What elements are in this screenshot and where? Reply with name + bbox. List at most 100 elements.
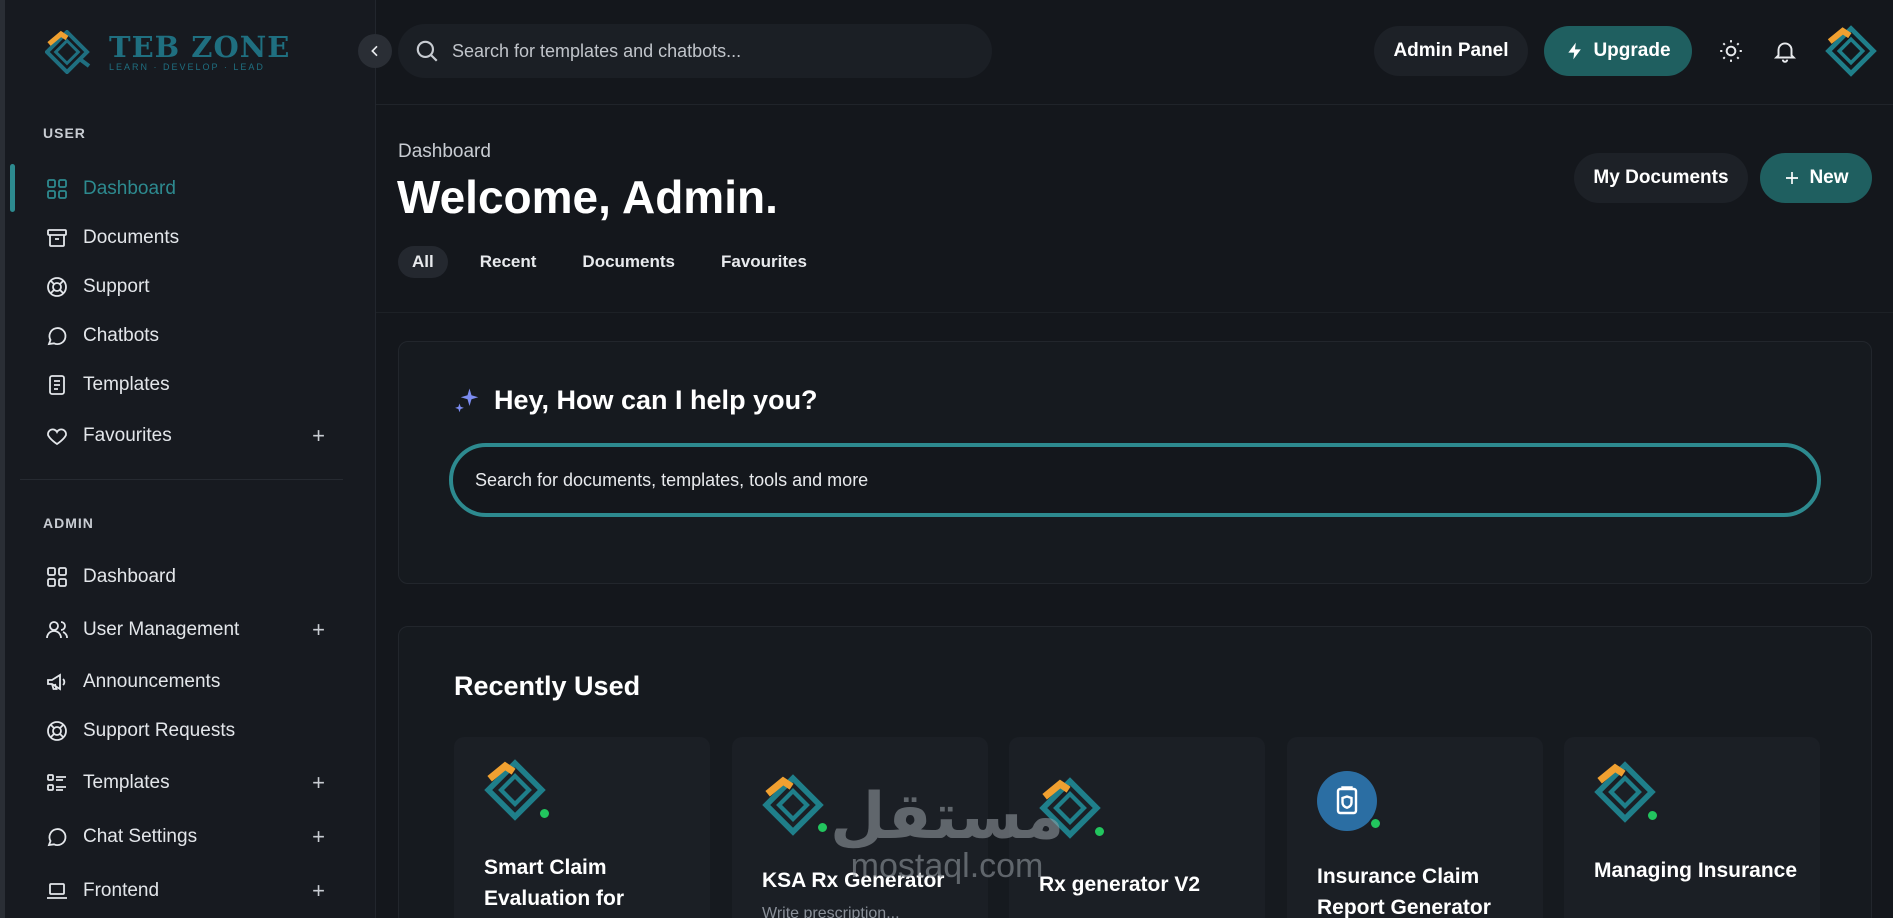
admin-panel-label: Admin Panel (1393, 40, 1509, 61)
template-name: KSA Rx Generator (762, 869, 945, 892)
sidebar-item-label: Announcements (83, 671, 221, 692)
sidebar-item-label: Documents (83, 227, 180, 248)
document-icon (49, 375, 65, 395)
tab-recent[interactable]: Recent (466, 246, 551, 278)
tab-favourites[interactable]: Favourites (707, 246, 821, 278)
page-title: Welcome, Admin. (397, 171, 778, 223)
sidebar-item-label: Dashboard (83, 566, 176, 587)
my-documents-button[interactable]: My Documents (1574, 153, 1748, 203)
archive-icon (47, 229, 67, 247)
sidebar-item-label: Support (83, 276, 150, 297)
template-card[interactable]: Insurance Claim Report Generator (1287, 737, 1543, 918)
user-section-label: USER (43, 125, 86, 141)
template-name: Rx generator V2 (1039, 873, 1201, 896)
sidebar-item-label: Templates (83, 374, 170, 395)
sidebar-item-chatbots[interactable]: Chatbots (45, 316, 325, 356)
lifebuoy-icon (47, 721, 67, 741)
template-logo-icon (762, 774, 824, 836)
template-description: Write prescription... (762, 905, 900, 918)
template-card[interactable]: Rx generator V2 (1009, 737, 1265, 918)
sun-icon (1720, 40, 1742, 62)
active-indicator (10, 164, 15, 212)
sidebar-item-favourites[interactable]: Favourites + (45, 416, 325, 456)
collapse-sidebar-button[interactable] (358, 34, 392, 68)
sidebar-item-support-requests[interactable]: Support Requests (45, 711, 325, 751)
brand-name: TEB ZONE (109, 29, 291, 64)
tab-documents[interactable]: Documents (568, 246, 689, 278)
assistant-title: Hey, How can I help you? (452, 385, 818, 416)
notifications-button[interactable] (1768, 34, 1802, 68)
sidebar-item-templates[interactable]: Templates (45, 365, 325, 405)
my-documents-label: My Documents (1593, 167, 1729, 188)
avatar-logo-icon (1825, 25, 1877, 77)
grid-icon (47, 179, 67, 199)
chevron-left-icon (371, 45, 378, 57)
template-card[interactable]: Smart Claim Evaluation for (454, 737, 710, 918)
sidebar-divider (20, 479, 343, 480)
sidebar-item-announcements[interactable]: Announcements (45, 662, 325, 702)
list-icon (47, 774, 66, 791)
template-name: Managing Insurance (1594, 859, 1798, 882)
users-icon (46, 621, 68, 639)
sidebar-item-admin-templates[interactable]: Templates + (45, 763, 325, 803)
recently-used-section: Recently Used Smart Claim Evaluation for… (398, 626, 1872, 918)
filter-tabs: All Recent Documents Favourites (398, 246, 821, 278)
breadcrumb[interactable]: Dashboard (398, 141, 491, 163)
lightning-icon (1568, 42, 1582, 60)
upgrade-button[interactable]: Upgrade (1544, 26, 1692, 76)
brand-logo[interactable]: TEB ZONE LEARN · DEVELOP · LEAD (45, 30, 290, 74)
theme-toggle-button[interactable] (1714, 34, 1748, 68)
recently-used-title: Recently Used (454, 671, 641, 701)
online-status-dot (1369, 817, 1382, 830)
sidebar-item-frontend[interactable]: Frontend + (45, 871, 325, 911)
shield-clipboard-icon (1336, 786, 1358, 815)
sidebar-item-label: Templates (83, 772, 170, 793)
topbar-divider (376, 104, 1893, 105)
assistant-search-box[interactable] (449, 443, 1821, 517)
assistant-search-input[interactable] (475, 469, 1817, 491)
sidebar-item-label: Frontend (83, 880, 160, 901)
online-status-dot (816, 821, 829, 834)
megaphone-icon (47, 673, 66, 691)
expand-plus-icon[interactable]: + (312, 878, 325, 904)
new-button[interactable]: New (1760, 153, 1872, 203)
online-status-dot (1646, 809, 1659, 822)
chat-bubble-icon (47, 327, 67, 346)
expand-plus-icon[interactable]: + (312, 770, 325, 796)
template-card[interactable]: Managing Insurance (1564, 737, 1820, 918)
brand-tagline: LEARN · DEVELOP · LEAD (109, 61, 265, 72)
upgrade-label: Upgrade (1593, 40, 1671, 61)
template-name: Insurance Claim Report Generator (1317, 865, 1491, 918)
online-status-dot (538, 807, 551, 820)
sidebar-item-admin-dashboard[interactable]: Dashboard (45, 557, 325, 597)
expand-plus-icon[interactable]: + (312, 824, 325, 850)
sidebar-item-documents[interactable]: Documents (45, 218, 325, 258)
template-card[interactable]: KSA Rx Generator Write prescription... (732, 737, 988, 918)
lifebuoy-icon (47, 277, 67, 297)
sidebar-item-support[interactable]: Support (45, 267, 325, 307)
expand-plus-icon[interactable]: + (312, 423, 325, 449)
search-icon (416, 40, 438, 62)
sidebar-item-label: User Management (83, 619, 240, 640)
sparkles-icon (455, 388, 479, 412)
top-search-input[interactable] (452, 40, 952, 62)
sidebar-item-dashboard[interactable]: Dashboard (45, 169, 325, 209)
online-status-dot (1093, 825, 1106, 838)
sidebar-item-label: Favourites (83, 425, 172, 446)
assistant-title-text: Hey, How can I help you? (494, 385, 818, 415)
sidebar-item-label: Dashboard (83, 178, 176, 199)
sidebar-item-chat-settings[interactable]: Chat Settings + (45, 817, 325, 857)
top-search-bar[interactable] (398, 24, 992, 78)
chat-bubble-icon (47, 828, 67, 847)
laptop-icon (47, 883, 67, 899)
tab-all[interactable]: All (398, 246, 448, 278)
header-divider (376, 312, 1893, 313)
sidebar-item-user-management[interactable]: User Management + (45, 610, 325, 650)
user-avatar[interactable] (1824, 24, 1878, 78)
admin-panel-button[interactable]: Admin Panel (1374, 26, 1528, 76)
expand-plus-icon[interactable]: + (312, 617, 325, 643)
logo-icon (45, 30, 91, 74)
admin-section-label: ADMIN (43, 515, 94, 531)
template-name: Smart Claim Evaluation for (484, 856, 625, 910)
sidebar-item-label: Chatbots (83, 325, 160, 346)
